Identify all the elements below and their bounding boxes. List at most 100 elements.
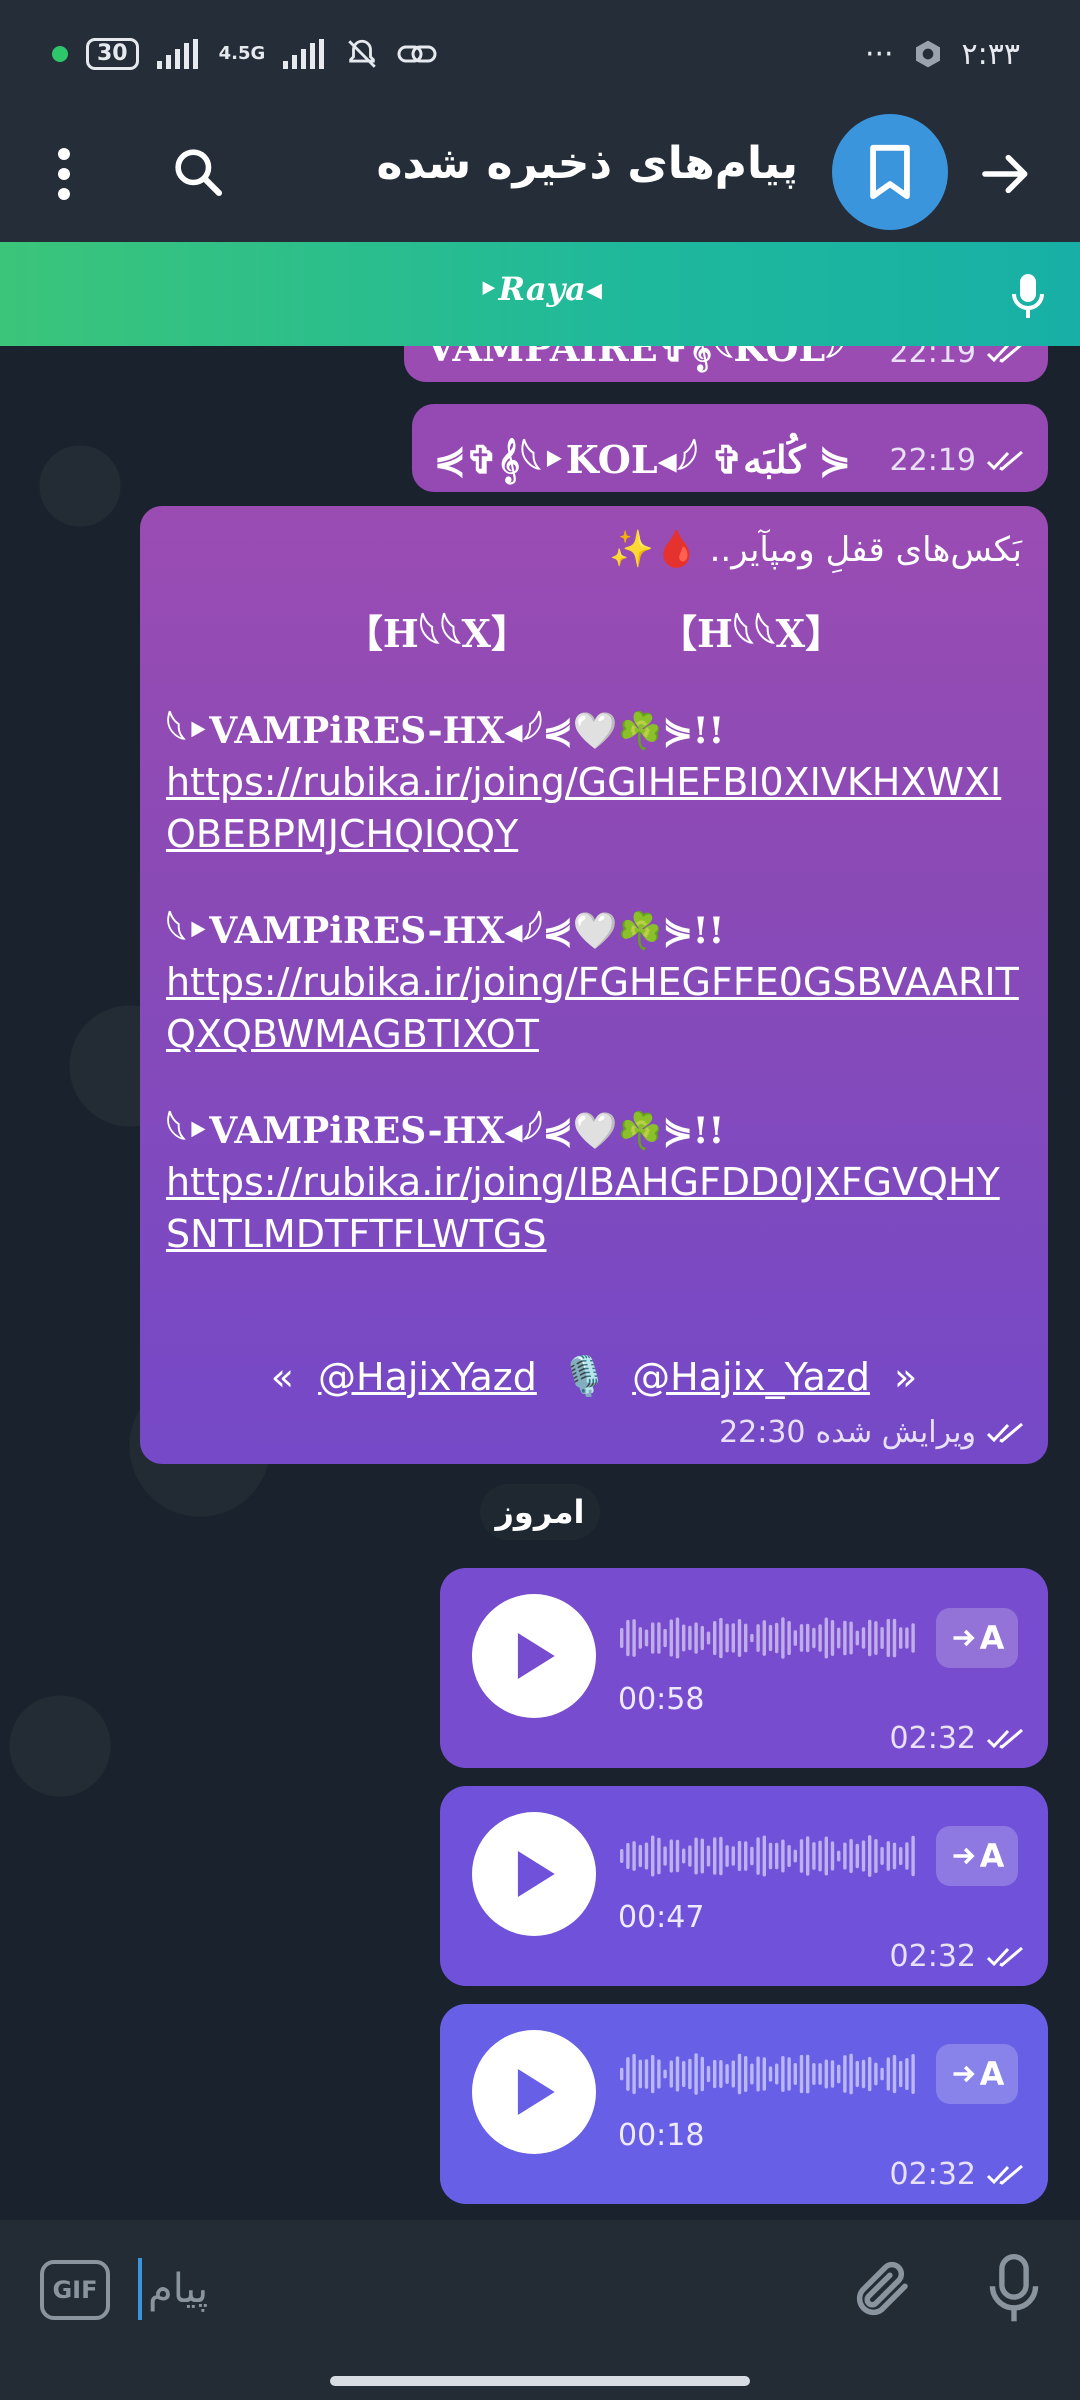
message-meta: 22:19 (890, 443, 1026, 478)
waveform-bar (824, 2059, 828, 2089)
date-separator: امروز (480, 1484, 600, 1540)
double-check-icon (986, 1728, 1023, 1749)
invite-block: 𓆩‣VAMPiRES-HX◂𓆪⋞🤍☘️⋟!! https://rubika.ir… (166, 1106, 1022, 1260)
message-meta: 02:32 (890, 2157, 1026, 2192)
waveform-bar (868, 1835, 872, 1877)
message-bubble[interactable]: VAMPAIRE✞𝄞𓆩KOL𓆪 22:19 (404, 346, 1048, 382)
transcribe-button[interactable]: A (936, 1826, 1018, 1886)
voice-message[interactable]: 00:58 A 02:32 (440, 1568, 1048, 1768)
waveform-bar (787, 1620, 791, 1656)
waveform-bar (812, 1842, 816, 1870)
microphone-icon[interactable] (1008, 272, 1048, 320)
message-bubble[interactable]: بَکس‌های قفلِ ومپآیر.. 🩸✨ 【H𓆩𓆩X】 【H𓆩𓆩X】 … (140, 506, 1048, 1464)
waveform-bar (731, 1846, 735, 1866)
microphone-icon[interactable] (986, 2254, 1042, 2324)
message-input[interactable]: پیام (138, 2256, 838, 2322)
waveform-bar (818, 2063, 822, 2085)
message-meta: 22:19 (890, 346, 1026, 370)
waveform-bar (768, 1624, 773, 1652)
waveform-bar (644, 1629, 649, 1647)
waveform[interactable] (620, 2046, 920, 2102)
waveform-bar (824, 1836, 828, 1876)
invite-link[interactable]: https://rubika.ir/joing/IBAHGFDD0JXFGVQH… (166, 1156, 1022, 1260)
waveform-bar (874, 2062, 878, 2086)
gif-button[interactable]: GIF (40, 2260, 110, 2320)
home-gesture-handle[interactable] (330, 2376, 750, 2386)
waveform-bar (638, 1627, 642, 1649)
arrow-right-icon (953, 2065, 975, 2083)
waveform-bar (744, 2055, 748, 2093)
waveform-bar (657, 1622, 661, 1654)
music-player-bar[interactable]: ‣Raya◂ (0, 242, 1080, 346)
search-icon[interactable] (170, 144, 226, 200)
heading-text: بَکس‌های قفلِ ومپآیر.. (709, 530, 1022, 570)
voice-message[interactable]: 00:18 A 02:32 (440, 2004, 1048, 2204)
back-arrow-icon[interactable] (978, 146, 1034, 202)
voice-message[interactable]: 00:47 A 02:32 (440, 1786, 1048, 1986)
waveform-bar (855, 1843, 859, 1869)
play-icon (517, 2069, 555, 2115)
more-options-icon[interactable] (54, 146, 74, 202)
invite-link[interactable]: https://rubika.ir/joing/GGIHEFBI0XIVKHXW… (166, 756, 1022, 860)
waveform-bar (899, 1627, 903, 1649)
waveform-bar (644, 1842, 649, 1870)
waveform-bar (644, 2059, 649, 2089)
waveform-bar (750, 2063, 754, 2085)
waveform-bar (744, 1841, 748, 1871)
waveform-bar (874, 1838, 878, 1874)
play-button[interactable] (472, 1594, 596, 1718)
waveform-bar (651, 1622, 655, 1654)
waveform-bar (688, 1625, 692, 1651)
waveform-bar (744, 1623, 748, 1653)
waveform-bar (725, 1623, 729, 1653)
invite-title: 𓆩‣VAMPiRES-HX◂𓆪⋞🤍☘️⋟!! (166, 710, 725, 752)
waveform[interactable] (620, 1828, 920, 1884)
waveform-bar (657, 2059, 661, 2089)
message-heading: بَکس‌های قفلِ ومپآیر.. 🩸✨ (166, 520, 1022, 580)
mention-link[interactable]: @Hajix_Yazd (632, 1355, 870, 1399)
chat-title[interactable]: پیام‌های ذخیره شده (376, 138, 798, 189)
battery-indicator: 30 (86, 38, 139, 70)
waveform-bar (657, 1837, 661, 1875)
waveform-bar (793, 2063, 797, 2085)
waveform-bar (651, 2054, 655, 2094)
waveform-bar (892, 1842, 897, 1870)
waveform-bar (799, 1624, 804, 1652)
message-time: 02:32 (889, 1721, 976, 1756)
transcribe-button[interactable]: A (936, 2044, 1018, 2104)
waveform-bar (818, 1840, 822, 1872)
mention-link[interactable]: @HajixYazd (318, 1355, 537, 1399)
waveform-bar (880, 1846, 884, 1866)
waveform-bar (775, 2063, 779, 2085)
waveform-bar (700, 1838, 704, 1874)
message-time: 02:32 (889, 2157, 976, 2192)
play-button[interactable] (472, 2030, 596, 2154)
waveform-bar (806, 1836, 810, 1876)
voice-duration: 00:47 (618, 1900, 705, 1935)
waveform-bar (892, 1618, 897, 1658)
waveform-bar (905, 1842, 909, 1870)
waveform-bar (700, 2056, 704, 2092)
paperclip-icon[interactable] (850, 2256, 916, 2322)
play-icon (517, 1633, 555, 1679)
waveform-bar (830, 1841, 835, 1871)
waveform-bar (843, 1842, 847, 1870)
waveform-bar (781, 2055, 785, 2093)
chat-history[interactable]: VAMPAIRE✞𝄞𓆩KOL𓆪 22:19 ⋞✞𝄞𓆩‣KOL◂𓆪 ✞كُلبَه… (0, 346, 1080, 2220)
waveform-bar (861, 1627, 866, 1649)
arrow-right-icon (953, 1847, 975, 1865)
transcribe-button[interactable]: A (936, 1608, 1018, 1668)
saved-messages-avatar[interactable] (832, 114, 948, 230)
message-bubble[interactable]: ⋞✞𝄞𓆩‣KOL◂𓆪 ✞كُلبَه ⋟ 22:19 (412, 404, 1048, 492)
waveform-bar (787, 2057, 791, 2091)
waveform-bar (886, 2057, 890, 2091)
waveform-bar (688, 1845, 692, 1867)
waveform-bar (781, 1839, 785, 1873)
invite-link[interactable]: https://rubika.ir/joing/FGHEGFFE0GSBVAAR… (166, 956, 1022, 1060)
hx-label-right: 【H𓆩𓆩X】 (659, 611, 844, 656)
player-track-title[interactable]: ‣Raya◂ (0, 270, 1080, 308)
play-button[interactable] (472, 1812, 596, 1936)
message-time: 22:30 (719, 1415, 806, 1450)
text-caret (138, 2258, 142, 2320)
waveform[interactable] (620, 1610, 920, 1666)
